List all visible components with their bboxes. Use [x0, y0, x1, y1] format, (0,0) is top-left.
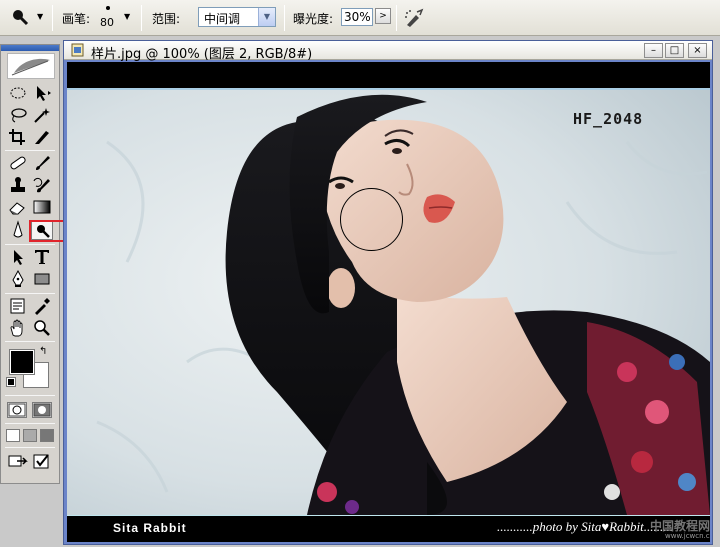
close-button[interactable]: × — [688, 43, 707, 58]
brush-dropdown-icon[interactable]: ▼ — [124, 12, 130, 21]
document-window: 样片.jpg @ 100% (图层 2, RGB/8#) – □ × HF_20… — [63, 40, 713, 545]
elliptical-marquee-icon[interactable] — [7, 83, 29, 103]
standard-mode-button[interactable] — [7, 402, 27, 418]
airbrush-icon[interactable] — [403, 7, 425, 29]
divider — [5, 293, 55, 294]
edit-in-imageready-icon[interactable] — [31, 451, 53, 471]
gradient-icon[interactable] — [31, 197, 53, 217]
brush-icon[interactable] — [31, 153, 53, 173]
full-screen-menu-mode-icon[interactable] — [23, 429, 37, 442]
exposure-input[interactable]: 30% — [341, 8, 373, 26]
full-screen-mode-icon[interactable] — [40, 429, 54, 442]
slice-icon[interactable] — [31, 127, 53, 147]
zoom-tool-icon[interactable] — [31, 318, 53, 338]
eyedropper-icon[interactable] — [31, 296, 53, 316]
exposure-slider-button[interactable]: > — [375, 8, 391, 24]
magic-wand-icon[interactable] — [31, 105, 53, 125]
brush-tip-icon — [106, 6, 110, 10]
document-title: 样片.jpg @ 100% (图层 2, RGB/8#) — [91, 47, 313, 62]
type-tool-icon[interactable] — [31, 247, 53, 267]
tools-panel-header[interactable] — [1, 45, 59, 51]
caption-left: Sita Rabbit — [113, 521, 187, 535]
range-label: 范围: — [152, 12, 181, 26]
document-icon — [71, 43, 85, 57]
photo-image — [67, 62, 710, 515]
divider — [5, 150, 55, 151]
jump-to-imageready-icon[interactable] — [7, 451, 29, 471]
exposure-label: 曝光度: — [293, 12, 334, 26]
history-brush-icon[interactable] — [31, 175, 53, 195]
feather-logo-icon[interactable] — [7, 53, 55, 79]
tools-panel: ↰ — [0, 44, 74, 484]
caption-right: ...........photo by Sita♥Rabbit......... — [497, 519, 673, 534]
divider — [284, 5, 285, 31]
divider — [141, 5, 142, 31]
brush-picker[interactable]: 80 — [93, 3, 123, 33]
range-value: 中间调 — [204, 12, 241, 26]
move-tool-icon[interactable] — [31, 83, 53, 103]
quick-mask-mode-button[interactable] — [32, 402, 52, 418]
divider — [396, 5, 397, 31]
rectangle-tool-icon[interactable] — [31, 269, 53, 289]
maximize-button[interactable]: □ — [665, 43, 684, 58]
swap-colors-icon[interactable]: ↰ — [39, 346, 47, 357]
brush-cursor — [340, 188, 403, 251]
range-select[interactable]: 中间调 ▼ — [198, 7, 276, 27]
crop-icon[interactable] — [7, 127, 29, 147]
document-canvas[interactable]: HF_2048 Sita Rabbit ...........photo by … — [67, 62, 710, 542]
notes-icon[interactable] — [7, 296, 29, 316]
foreground-color-swatch[interactable] — [9, 349, 35, 375]
hand-tool-icon[interactable] — [7, 318, 29, 338]
divider — [5, 341, 55, 342]
healing-brush-icon[interactable] — [7, 153, 29, 173]
options-bar: ▼ 画笔: 80 ▼ 范围: 中间调 ▼ 曝光度: 30% > — [0, 0, 720, 36]
divider — [5, 395, 55, 396]
brush-size: 80 — [100, 16, 114, 29]
standard-screen-mode-icon[interactable] — [6, 429, 20, 442]
chevron-down-icon[interactable]: ▼ — [258, 8, 275, 26]
lasso-icon[interactable] — [7, 105, 29, 125]
divider — [5, 423, 55, 424]
document-titlebar[interactable]: 样片.jpg @ 100% (图层 2, RGB/8#) – □ × — [64, 41, 712, 62]
brush-label: 画笔: — [62, 12, 91, 26]
divider — [5, 244, 55, 245]
path-selection-icon[interactable] — [7, 247, 29, 267]
eraser-icon[interactable] — [7, 197, 29, 217]
watermark-top: HF_2048 — [573, 110, 644, 128]
clone-stamp-icon[interactable] — [7, 175, 29, 195]
site-url: www.jcwcn.com — [665, 532, 710, 540]
burn-tool-preset-icon[interactable] — [10, 7, 32, 27]
divider — [52, 5, 53, 31]
blur-icon[interactable] — [7, 220, 29, 240]
pen-tool-icon[interactable] — [7, 269, 29, 289]
minimize-button[interactable]: – — [644, 43, 663, 58]
tool-preset-dropdown-icon[interactable]: ▼ — [37, 12, 43, 21]
default-colors-icon[interactable] — [6, 377, 16, 387]
divider — [5, 447, 55, 448]
